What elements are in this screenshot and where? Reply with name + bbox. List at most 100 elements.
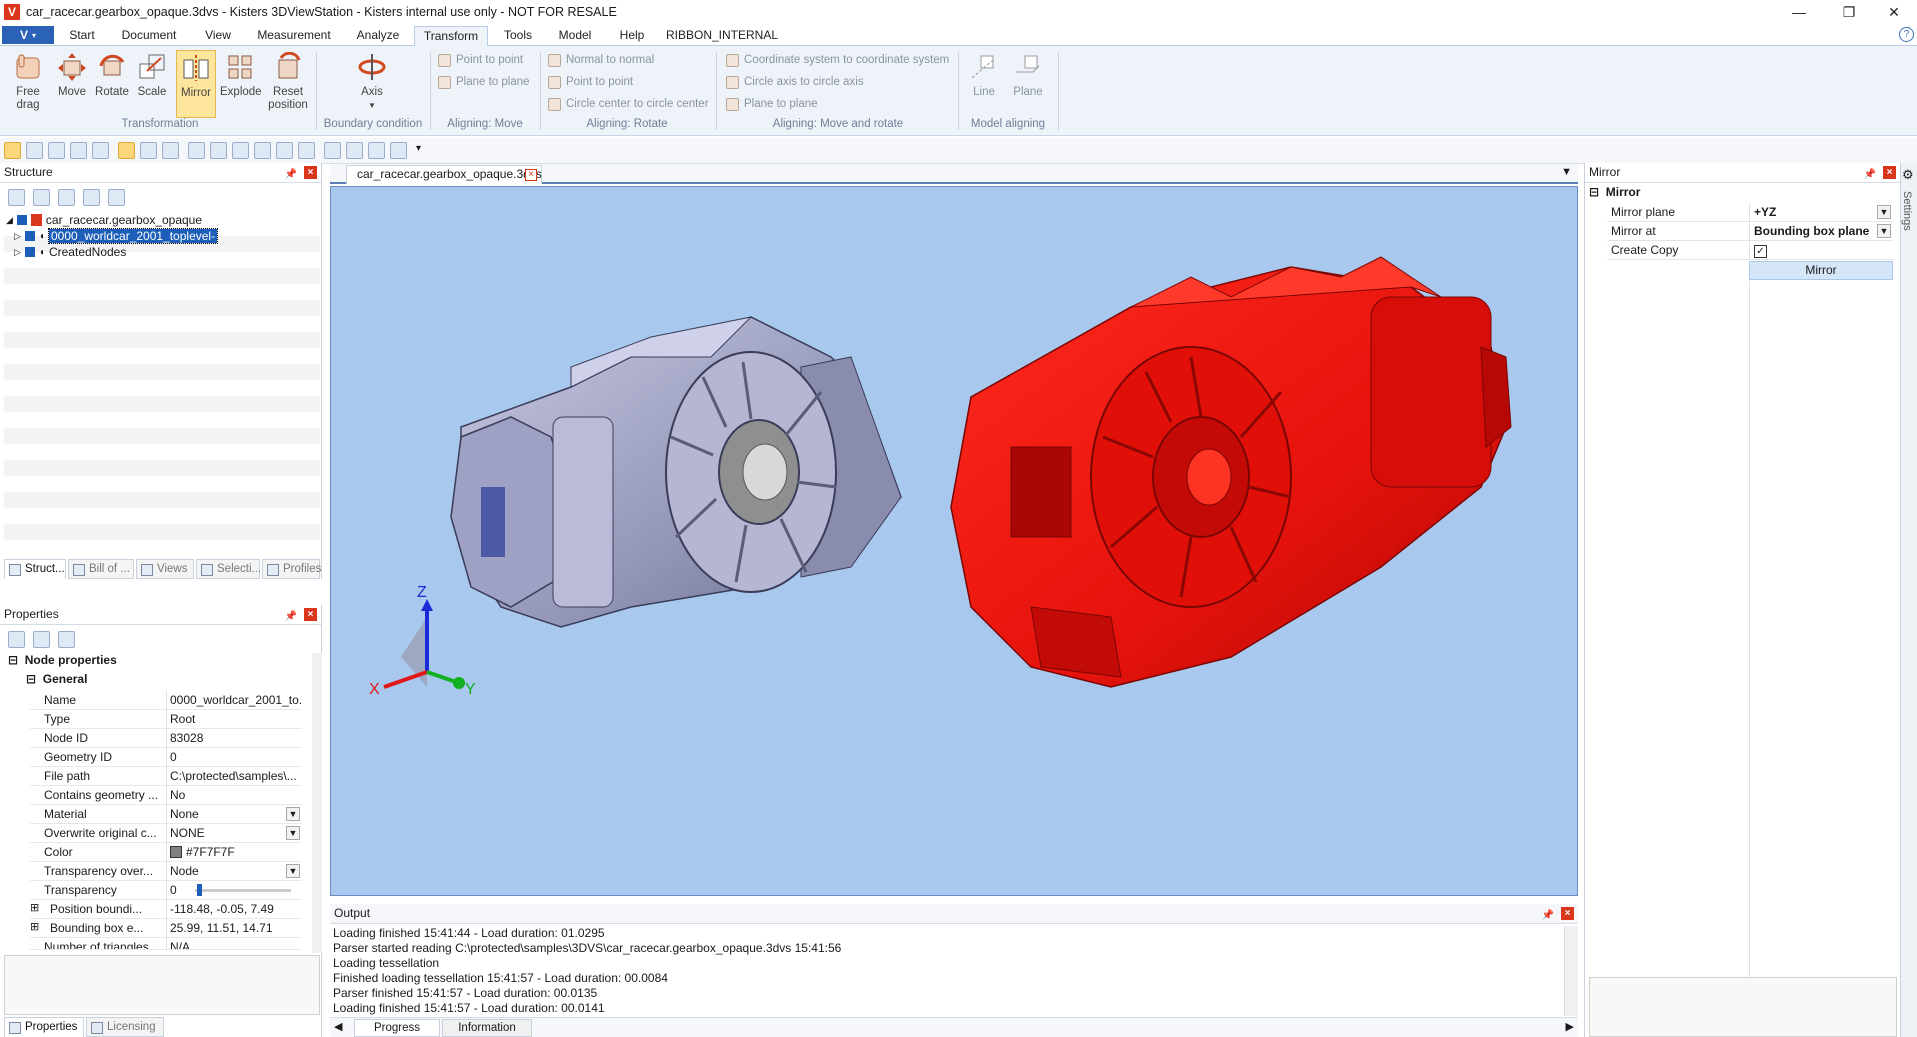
align-plane-to-plane[interactable]: Plane to plane — [726, 94, 818, 114]
transparency-slider[interactable] — [195, 889, 291, 892]
align-rotate-circle-center[interactable]: Circle center to circle center — [548, 94, 709, 114]
view-back-icon[interactable] — [210, 142, 227, 159]
axis-button[interactable]: Axis ▼ — [350, 50, 394, 118]
categorized-icon[interactable] — [8, 631, 25, 648]
zoom-icon[interactable] — [70, 142, 87, 159]
sort-icon[interactable] — [33, 631, 50, 648]
scroll-left-icon[interactable]: ◀ — [334, 1020, 342, 1033]
tab-properties[interactable]: Properties — [4, 1017, 84, 1037]
scroll-right-icon[interactable]: ▶ — [1566, 1020, 1574, 1033]
settings-side-tab[interactable]: ⚙ Settings — [1900, 163, 1917, 1037]
align-rotate-point-to-point[interactable]: Point to point — [548, 72, 633, 92]
slider-thumb[interactable] — [197, 884, 202, 896]
expand-level-icon[interactable] — [58, 189, 75, 206]
tab-measurement[interactable]: Measurement — [254, 26, 334, 46]
tab-transform[interactable]: Transform — [414, 26, 488, 47]
mirror-apply-button[interactable]: Mirror — [1749, 261, 1893, 280]
rotate-button[interactable]: Rotate — [92, 50, 132, 118]
tab-list-icon[interactable]: ▼ — [1561, 166, 1572, 178]
dropdown-icon[interactable]: ▼ — [1877, 224, 1891, 238]
tab-profiles[interactable]: Profiles — [262, 559, 321, 579]
view-left-icon[interactable] — [232, 142, 249, 159]
align-circle-axis[interactable]: Circle axis to circle axis — [726, 72, 864, 92]
tab-ribbon-internal[interactable]: RIBBON_INTERNAL — [666, 26, 778, 46]
select-faces-icon[interactable] — [162, 142, 179, 159]
tree-root[interactable]: ◢ car_racecar.gearbox_opaque — [6, 212, 202, 228]
pin-icon[interactable]: 📌 — [285, 607, 297, 626]
rotate-view-icon[interactable] — [26, 142, 43, 159]
select-mode-icon[interactable] — [118, 142, 135, 159]
tab-model[interactable]: Model — [552, 26, 598, 46]
pan-icon[interactable] — [48, 142, 65, 159]
document-tab[interactable]: car_racecar.gearbox_opaque.3dvs × — [346, 165, 542, 184]
view-top-icon[interactable] — [276, 142, 293, 159]
free-drag-button[interactable]: Free drag — [8, 50, 48, 118]
lasso-select-icon[interactable] — [390, 142, 407, 159]
tree-node-created[interactable]: ▷ ◖ CreatedNodes — [14, 244, 126, 260]
tab-structure[interactable]: Struct... — [4, 559, 66, 579]
help-icon[interactable]: ? — [1899, 27, 1914, 42]
original-part-gray[interactable] — [450, 316, 902, 628]
align-rotate-normal-to-normal[interactable]: Normal to normal — [548, 50, 654, 70]
view-front-icon[interactable] — [188, 142, 205, 159]
align-move-plane-to-plane[interactable]: Plane to plane — [438, 72, 530, 92]
color-swatch[interactable] — [170, 846, 182, 858]
minimize-button[interactable]: — — [1776, 0, 1822, 24]
zoom-box-icon[interactable] — [92, 142, 109, 159]
model-align-line-button[interactable]: Line — [964, 50, 1004, 118]
close-icon[interactable]: × — [1883, 166, 1896, 179]
tab-analyze[interactable]: Analyze — [350, 26, 406, 46]
mirror-button[interactable]: Mirror — [176, 50, 216, 118]
reset-position-button[interactable]: Reset position — [266, 50, 310, 118]
expand-icon[interactable]: ⊞ — [30, 901, 39, 914]
view-iso-icon[interactable] — [324, 142, 341, 159]
collapse-all-icon[interactable] — [33, 189, 50, 206]
dropdown-icon[interactable]: ▼ — [286, 826, 300, 840]
move-button[interactable]: Move — [52, 50, 92, 118]
select-icon[interactable] — [4, 142, 21, 159]
select-parts-icon[interactable] — [140, 142, 157, 159]
mirrored-part-red[interactable] — [950, 256, 1512, 688]
tree-node-toplevel[interactable]: ▷ ◖ 0000_worldcar_2001_toplevel- — [14, 228, 219, 244]
tab-help[interactable]: Help — [612, 26, 652, 46]
close-window-button[interactable]: ✕ — [1871, 0, 1917, 24]
pin-icon[interactable]: 📌 — [1864, 165, 1876, 184]
view-bottom-icon[interactable] — [298, 142, 315, 159]
tab-tools[interactable]: Tools — [496, 26, 540, 46]
tab-view[interactable]: View — [198, 26, 238, 46]
expand-arrow-icon[interactable]: ▷ — [14, 231, 21, 242]
model-align-plane-button[interactable]: Plane — [1008, 50, 1048, 118]
general-group[interactable]: ⊟ General — [26, 672, 87, 686]
3d-viewport[interactable]: Z X Y — [330, 186, 1578, 896]
properties-scrollbar[interactable] — [312, 653, 322, 953]
visibility-checkbox[interactable] — [16, 215, 27, 225]
pin-icon[interactable]: 📌 — [285, 165, 297, 184]
align-coordinate-system[interactable]: Coordinate system to coordinate system — [726, 50, 949, 70]
close-tab-icon[interactable]: × — [525, 169, 537, 181]
close-icon[interactable]: × — [304, 166, 317, 179]
expand-all-icon[interactable] — [8, 189, 25, 206]
filter-icon[interactable] — [58, 631, 75, 648]
visibility-checkbox[interactable] — [24, 231, 35, 241]
visibility-checkbox[interactable] — [24, 247, 35, 257]
align-move-point-to-point[interactable]: Point to point — [438, 50, 523, 70]
tab-document[interactable]: Document — [116, 26, 182, 46]
mirror-section[interactable]: ⊟ Mirror — [1589, 185, 1640, 199]
node-properties-section[interactable]: ⊟ Node properties — [8, 653, 117, 667]
tab-selection[interactable]: Selecti... — [196, 559, 261, 579]
scale-button[interactable]: Scale — [132, 50, 172, 118]
dropdown-icon[interactable]: ▼ — [1877, 205, 1891, 219]
rectangle-select-icon[interactable] — [368, 142, 385, 159]
output-scrollbar[interactable] — [1564, 926, 1578, 1016]
close-icon[interactable]: × — [1561, 907, 1574, 920]
app-menu-button[interactable]: V ▾ — [2, 26, 54, 44]
explode-button[interactable]: Explode — [220, 50, 262, 118]
dropdown-icon[interactable]: ▼ — [286, 864, 300, 878]
dropdown-icon[interactable]: ▼ — [286, 807, 300, 821]
tab-views[interactable]: Views — [136, 559, 194, 579]
maximize-button[interactable]: ❐ — [1826, 0, 1872, 24]
pin-icon[interactable]: 📌 — [1542, 906, 1554, 925]
tab-information[interactable]: Information — [442, 1019, 532, 1037]
refresh-view-icon[interactable] — [346, 142, 363, 159]
expand-icon[interactable]: ⊞ — [30, 920, 39, 933]
